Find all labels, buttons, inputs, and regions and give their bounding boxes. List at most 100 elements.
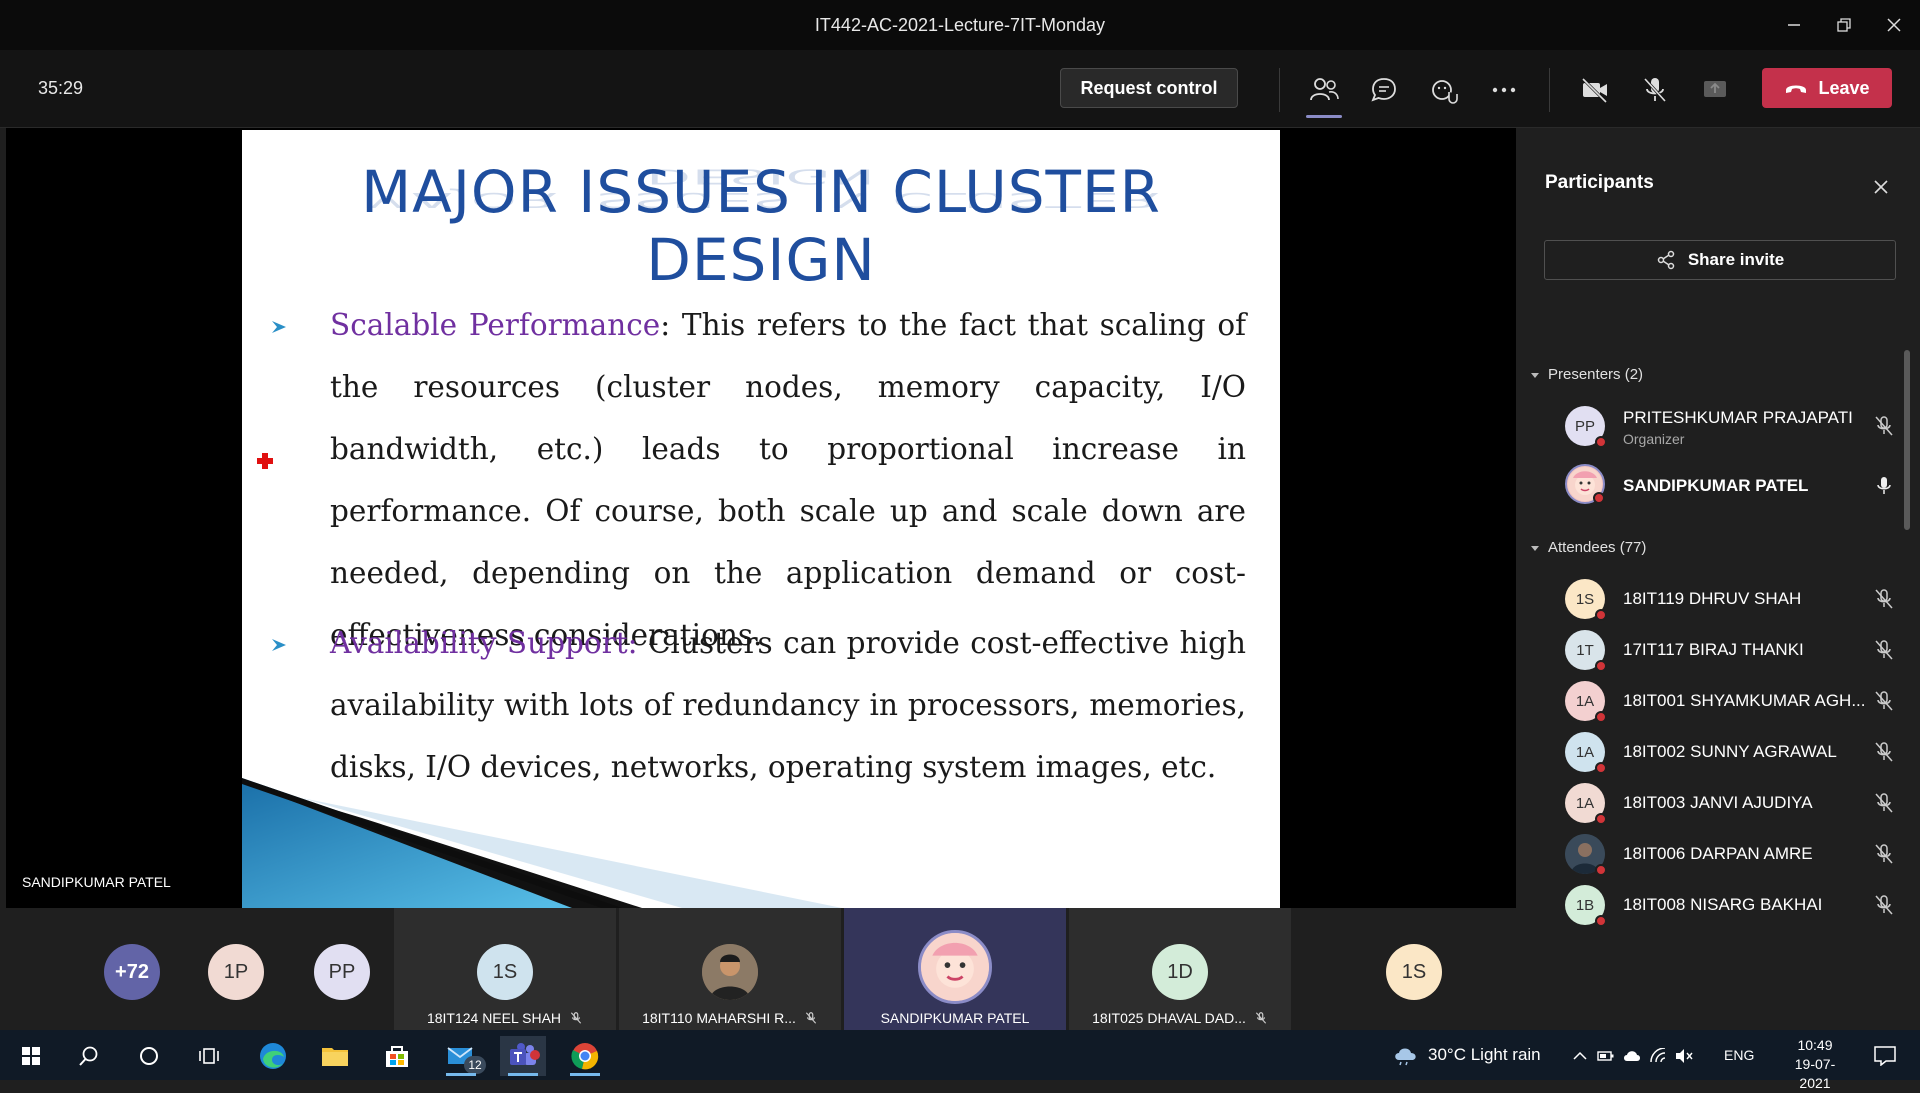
avatar: 1S [1565,579,1607,621]
close-panel-button[interactable] [1866,172,1896,202]
chrome-app[interactable] [562,1036,608,1076]
participant-row[interactable]: 1B 18IT008 NISARG BAKHAI [1542,885,1902,941]
volume-tray[interactable] [1672,1036,1696,1076]
onedrive-tray[interactable] [1620,1036,1644,1076]
more-actions-button[interactable] [1484,70,1524,110]
overflow-participants-tile[interactable]: +72 [96,908,168,1030]
status-dot [1595,762,1607,774]
status-dot [1595,436,1607,448]
start-button[interactable] [8,1036,54,1076]
attendees-section-toggle[interactable]: Attendees (77) [1530,539,1646,556]
more-icon [1492,87,1516,93]
participant-row[interactable]: 1A 18IT003 JANVI AJUDIYA [1542,783,1902,839]
cortana-icon [140,1047,158,1065]
avatar: 1D [1152,944,1208,1000]
presenters-label: Presenters (2) [1548,366,1644,383]
participant-row[interactable]: 18IT006 DARPAN AMRE [1542,834,1902,890]
video-tile[interactable]: SANDIPKUMAR PATEL [844,908,1066,1030]
status-dot [1593,492,1605,504]
video-tile[interactable]: 1D 18IT025 DHAVAL DAD... [1069,908,1291,1030]
bullet-term: Scalable Performance [330,308,661,342]
minimize-button[interactable] [1774,10,1814,40]
participant-name: 18IT119 DHRUV SHAH [1623,589,1802,608]
participant-row[interactable]: 1A 18IT001 SHYAMKUMAR AGH... [1542,681,1902,737]
window-title: IT442-AC-2021-Lecture-7IT-Monday [814,15,1106,35]
battery-icon [1597,1051,1614,1061]
bullet-arrow-icon [272,639,286,651]
chat-button[interactable] [1364,70,1404,110]
action-center-button[interactable] [1862,1036,1908,1076]
avatar: 1S [1386,944,1442,1000]
participant-row[interactable]: 1S 18IT119 DHRUV SHAH [1542,579,1902,635]
mic-muted-icon [1875,844,1893,864]
edge-icon [260,1043,286,1069]
store-icon [386,1046,408,1067]
avatar [1565,834,1607,876]
store-app[interactable] [374,1036,420,1076]
meeting-timer: 35:29 [38,78,84,98]
participant-row[interactable]: 1T 17IT117 BIRAJ THANKI [1542,630,1902,686]
mail-app[interactable]: 12 [438,1036,486,1076]
participant-name: 17IT117 BIRAJ THANKI [1623,640,1804,659]
tile-name-row: 18IT110 MAHARSHI R... [619,1010,841,1026]
share-tray-button[interactable] [1695,70,1735,110]
taskbar-clock[interactable]: 10:49 19-07-2021 [1780,1036,1850,1093]
weather-widget[interactable]: 30°C Light rain [1392,1044,1541,1066]
participant-name: 18IT008 NISARG BAKHAI [1623,895,1823,914]
video-tile[interactable]: PP [306,908,378,1030]
windows-taskbar: 12 30°C Light rain ENG 10:49 19-07-2021 [0,1030,1920,1091]
leave-button[interactable]: Leave [1762,68,1892,108]
bullet-availability-support: Availability Support: Clusters can provi… [330,612,1246,798]
camera-toggle-button[interactable] [1575,70,1615,110]
restore-icon [1837,18,1851,32]
mic-muted-icon [1875,416,1893,436]
toolbar-divider [1279,68,1280,112]
participant-row[interactable]: SANDIPKUMAR PATEL [1542,464,1902,520]
search-button[interactable] [66,1036,112,1076]
participants-panel: Participants Share invite Presenters (2)… [1522,128,1920,1030]
input-language[interactable]: ENG [1724,1047,1754,1063]
tile-name: 18IT124 NEEL SHAH [426,1010,562,1026]
panel-title: Participants [1545,172,1654,193]
wifi-tray[interactable] [1646,1036,1670,1076]
presenters-section-toggle[interactable]: Presenters (2) [1530,366,1643,383]
edge-app[interactable] [250,1036,296,1076]
mic-toggle-button[interactable] [1635,70,1675,110]
mic-muted-icon [805,1012,816,1024]
panel-scrollbar[interactable] [1904,350,1910,530]
teams-app[interactable] [500,1036,546,1076]
mic-muted-icon [1875,589,1893,609]
request-control-button[interactable]: Request control [1060,68,1238,108]
mic-muted-icon [1875,742,1893,762]
participants-button[interactable] [1304,70,1344,118]
show-hidden-icons-button[interactable] [1568,1036,1592,1076]
battery-tray[interactable] [1594,1036,1618,1076]
profile-photo-icon [702,944,758,1000]
restore-button[interactable] [1824,10,1864,40]
search-icon [79,1046,98,1066]
slide-title-reflection: MAJOR ISSUES IN CLUSTER DESIGN [361,164,1161,212]
close-window-button[interactable] [1874,10,1914,40]
share-invite-button[interactable]: Share invite [1544,240,1896,280]
participant-row[interactable]: 1A 18IT002 SUNNY AGRAWAL [1542,732,1902,788]
task-view-button[interactable] [186,1036,232,1076]
bullet-text: This refers to the fact that scaling of … [330,308,1247,652]
tile-name-row: SANDIPKUMAR PATEL [844,1010,1066,1026]
video-tile[interactable]: 18IT110 MAHARSHI R... [619,908,841,1030]
volume-muted-icon [1676,1049,1693,1063]
clock-time: 10:49 [1797,1037,1833,1053]
video-tile[interactable]: 1S 18IT124 NEEL SHAH [394,908,616,1030]
presentation-slide: MAJOR ISSUES IN CLUSTER DESIGN MAJOR ISS… [242,130,1280,908]
file-explorer-app[interactable] [312,1036,358,1076]
participant-row[interactable]: PP PRITESHKUMAR PRAJAPATI Organizer [1542,406,1902,462]
bullet-term: Availability Support: [330,626,638,660]
video-tile[interactable]: 1P [200,908,272,1030]
participant-name: 18IT001 SHYAMKUMAR AGH... [1623,691,1866,710]
cortana-button[interactable] [126,1036,172,1076]
chrome-icon [571,1043,599,1070]
toolbar-divider [1549,68,1550,112]
folder-icon [322,1048,348,1066]
video-tile[interactable]: 1S [1378,908,1450,1030]
reactions-button[interactable] [1424,70,1464,110]
status-dot [1595,660,1607,672]
